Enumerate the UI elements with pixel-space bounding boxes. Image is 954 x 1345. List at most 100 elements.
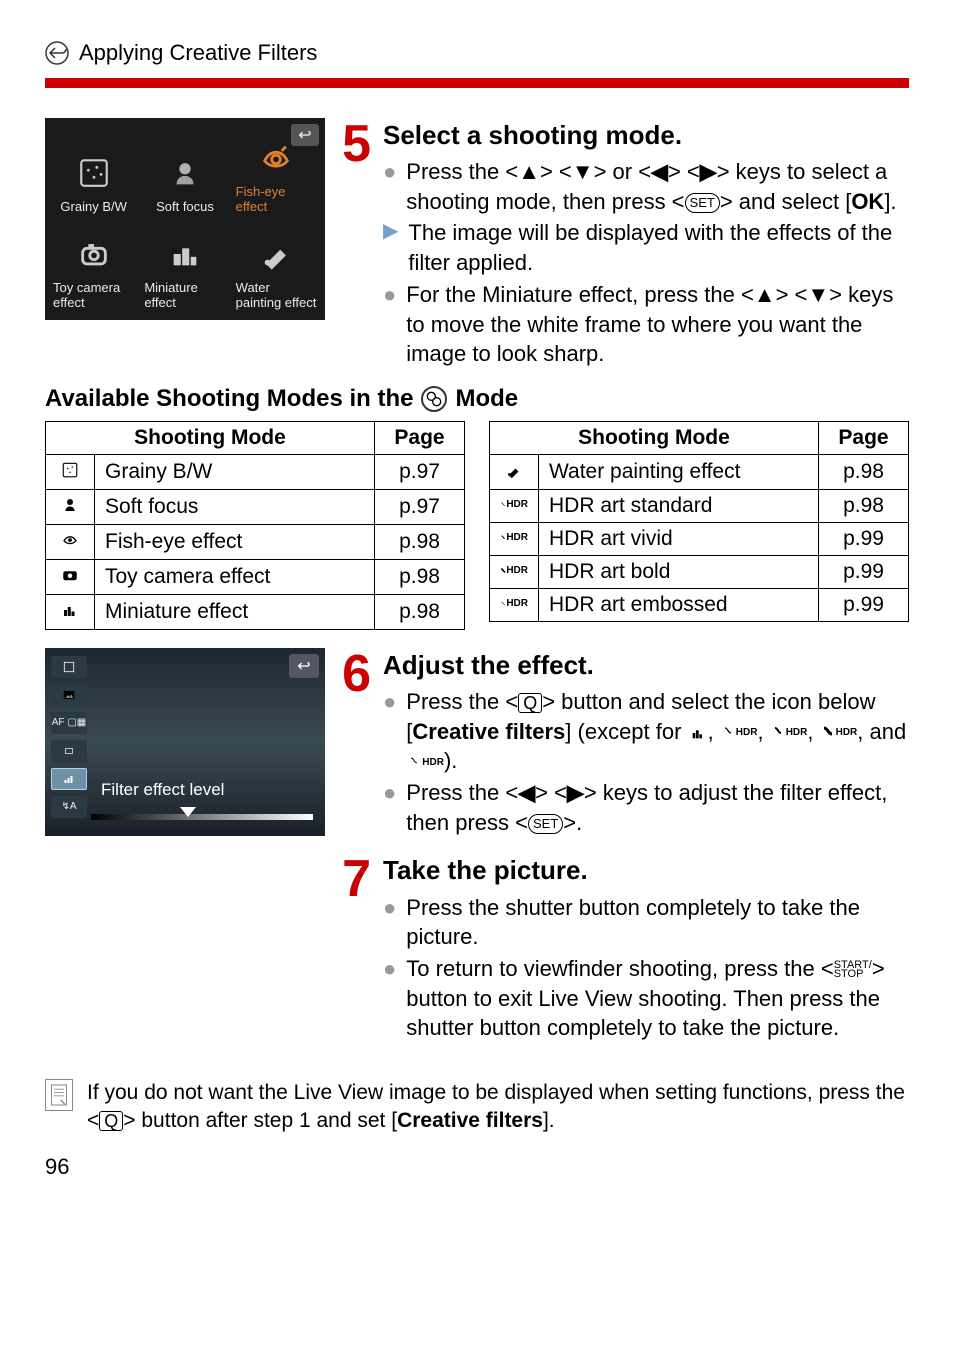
table-row: Soft focus p.97 [46, 489, 465, 524]
table-row: Fish-eye effect p.98 [46, 524, 465, 559]
hdr-embossed-mode-icon: HDR [490, 588, 539, 621]
set-button-icon: SET [528, 814, 563, 834]
q-button-icon: Q [518, 693, 542, 713]
table-row: Toy camera effect p.98 [46, 559, 465, 594]
set-button-icon: SET [685, 193, 720, 213]
filter-grid: ↩ Grainy B/W Soft focus Fish-eye effect … [45, 118, 325, 320]
table-header-mode: Shooting Mode [490, 421, 819, 454]
table-row: Grainy B/W p.97 [46, 454, 465, 489]
bullet-icon: ● [383, 157, 396, 216]
effect-preview: ↩ AF ▢▦ ↯A Filter effect level [45, 648, 325, 836]
page-title: Applying Creative Filters [79, 40, 317, 66]
step-number-7: 7 [337, 853, 371, 905]
table-header-page: Page [819, 421, 909, 454]
side-icon-filter-level[interactable] [51, 768, 87, 790]
filter-grainy-bw[interactable]: Grainy B/W [51, 128, 136, 218]
hdr-bold-inline-icon: HDR [820, 726, 858, 740]
hdr-bold-mode-icon: HDR [490, 555, 539, 588]
water-painting-mode-icon [490, 454, 539, 489]
down-key-icon: ▼ [807, 282, 829, 307]
return-icon: ↩ [291, 124, 319, 146]
toy-camera-icon [74, 234, 114, 274]
step5-bullet2: The image will be displayed with the eff… [408, 218, 909, 277]
grainy-bw-mode-icon [46, 454, 95, 489]
step7-title: Take the picture. [383, 853, 909, 888]
step6-bullet1: Press the <Q> button and select the icon… [406, 687, 909, 776]
hdr-vivid-mode-icon: HDR [490, 522, 539, 555]
miniature-inline-icon [688, 725, 708, 741]
table-row: HDR HDR art vivid p.99 [490, 522, 909, 555]
return-icon: ↩ [289, 654, 319, 678]
step-number-6: 6 [337, 648, 371, 700]
table-row: HDR HDR art bold p.99 [490, 555, 909, 588]
up-key-icon: ▲ [518, 159, 540, 184]
up-key-icon: ▲ [754, 282, 776, 307]
step-number-5: 5 [337, 118, 371, 170]
step5-bullet1: Press the <▲> <▼> or <◀> <▶> keys to sel… [406, 157, 909, 216]
table-row: HDR HDR art embossed p.99 [490, 588, 909, 621]
bullet-icon: ● [383, 280, 396, 369]
modes-table-right: Shooting Mode Page Water painting effect… [489, 421, 909, 622]
hdr-standard-inline-icon: HDR [720, 726, 758, 740]
step7-bullet2: To return to viewfinder shooting, press … [406, 954, 909, 1043]
bullet-icon: ● [383, 778, 396, 837]
side-icon-wb[interactable]: ↯A [51, 796, 87, 818]
table-row: HDR HDR art standard p.98 [490, 489, 909, 522]
triangle-bullet-icon: ▶ [383, 218, 398, 277]
step5-bullet3: For the Miniature effect, press the <▲> … [406, 280, 909, 369]
step6-bullet2: Press the <◀> <▶> keys to adjust the fil… [406, 778, 909, 837]
bullet-icon: ● [383, 893, 396, 952]
filter-label: Miniature effect [144, 280, 225, 310]
footnote-text: If you do not want the Live View image t… [87, 1079, 909, 1136]
effect-slider[interactable] [91, 814, 313, 820]
effect-label: Filter effect level [101, 780, 224, 800]
table-row: Water painting effect p.98 [490, 454, 909, 489]
toy-camera-mode-icon [46, 559, 95, 594]
hdr-embossed-inline-icon: HDR [406, 756, 444, 770]
soft-focus-mode-icon [46, 489, 95, 524]
table-header-page: Page [375, 421, 465, 454]
table-row: Miniature effect p.98 [46, 594, 465, 629]
down-key-icon: ▼ [572, 159, 594, 184]
side-icon-image[interactable] [51, 684, 87, 706]
fish-eye-mode-icon [46, 524, 95, 559]
filter-toy-camera[interactable]: Toy camera effect [51, 224, 136, 314]
start-stop-button-icon: START/STOP [834, 961, 872, 979]
filter-label: Grainy B/W [60, 199, 126, 214]
left-key-icon: ◀ [651, 159, 668, 184]
right-key-icon: ▶ [567, 780, 584, 805]
filter-label: Water painting effect [236, 280, 317, 310]
filter-label: Soft focus [156, 199, 214, 214]
creative-mode-icon [421, 386, 447, 412]
table-header-mode: Shooting Mode [46, 421, 375, 454]
water-painting-icon [256, 234, 296, 274]
modes-subheading: Available Shooting Modes in the Mode [45, 385, 909, 413]
modes-table-left: Shooting Mode Page Grainy B/W p.97 Soft … [45, 421, 465, 630]
step6-title: Adjust the effect. [383, 648, 909, 683]
note-icon [45, 1079, 73, 1111]
filter-soft-focus[interactable]: Soft focus [142, 128, 227, 218]
divider-red [45, 78, 909, 88]
filter-water-painting[interactable]: Water painting effect [234, 224, 319, 314]
filter-miniature[interactable]: Miniature effect [142, 224, 227, 314]
soft-focus-icon [165, 153, 205, 193]
page-number: 96 [45, 1154, 909, 1180]
miniature-mode-icon [46, 594, 95, 629]
miniature-icon [165, 234, 205, 274]
filter-label: Toy camera effect [53, 280, 134, 310]
grainy-bw-icon [74, 153, 114, 193]
filter-label: Fish-eye effect [236, 184, 317, 214]
hdr-standard-mode-icon: HDR [490, 489, 539, 522]
side-icon-grainy[interactable] [51, 656, 87, 678]
step5-title: Select a shooting mode. [383, 118, 909, 153]
bullet-icon: ● [383, 687, 396, 776]
step7-bullet1: Press the shutter button completely to t… [406, 893, 909, 952]
left-key-icon: ◀ [518, 780, 535, 805]
back-arrow-icon [45, 41, 69, 65]
right-key-icon: ▶ [700, 159, 717, 184]
side-icon-af[interactable]: AF ▢▦ [51, 712, 87, 734]
bullet-icon: ● [383, 954, 396, 1043]
q-button-icon: Q [99, 1111, 123, 1131]
hdr-vivid-inline-icon: HDR [770, 726, 808, 740]
side-icon-drive[interactable] [51, 740, 87, 762]
